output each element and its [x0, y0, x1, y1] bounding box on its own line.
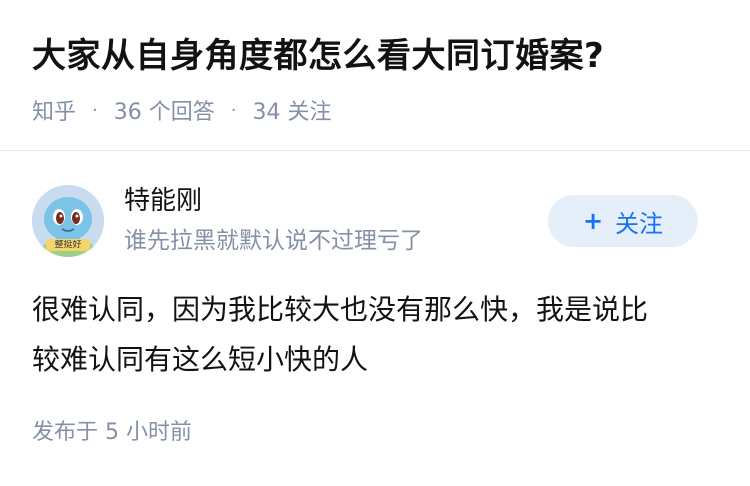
- avatar-badge: 整挺好: [54, 240, 82, 250]
- answer-line: 很难认同，因为我比较大也没有那么快，我是说比: [32, 293, 649, 326]
- source-label[interactable]: 知乎: [32, 94, 76, 126]
- follow-button[interactable]: + 关注: [548, 195, 698, 247]
- meta-separator: ·: [92, 99, 98, 121]
- answer-card: 整挺好 特能刚 谁先拉黑就默认说不过理亏了 + 关注 很难认同，因为我比较大也没…: [0, 151, 750, 486]
- author-avatar[interactable]: 整挺好: [32, 185, 104, 257]
- plus-icon: +: [582, 207, 604, 235]
- question-meta: 知乎 · 36 个回答 · 34 关注: [32, 94, 331, 126]
- question-title[interactable]: 大家从自身角度都怎么看大同订婚案?: [32, 32, 604, 80]
- author-name[interactable]: 特能刚: [124, 183, 202, 219]
- meta-separator: ·: [230, 99, 237, 121]
- answer-line: 较难认同有这么短小快的人: [32, 343, 369, 376]
- answer-count[interactable]: 36 个回答: [114, 94, 215, 126]
- follow-label: 关注: [615, 209, 664, 238]
- author-bio: 谁先拉黑就默认说不过理亏了: [124, 228, 423, 254]
- follower-count[interactable]: 34 关注: [252, 94, 331, 126]
- answer-content[interactable]: 很难认同，因为我比较大也没有那么快，我是说比 较难认同有这么短小快的人: [32, 285, 722, 385]
- publish-time: 发布于 5 小时前: [32, 420, 192, 445]
- question-header: 大家从自身角度都怎么看大同订婚案? 知乎 · 36 个回答 · 34 关注: [0, 0, 750, 150]
